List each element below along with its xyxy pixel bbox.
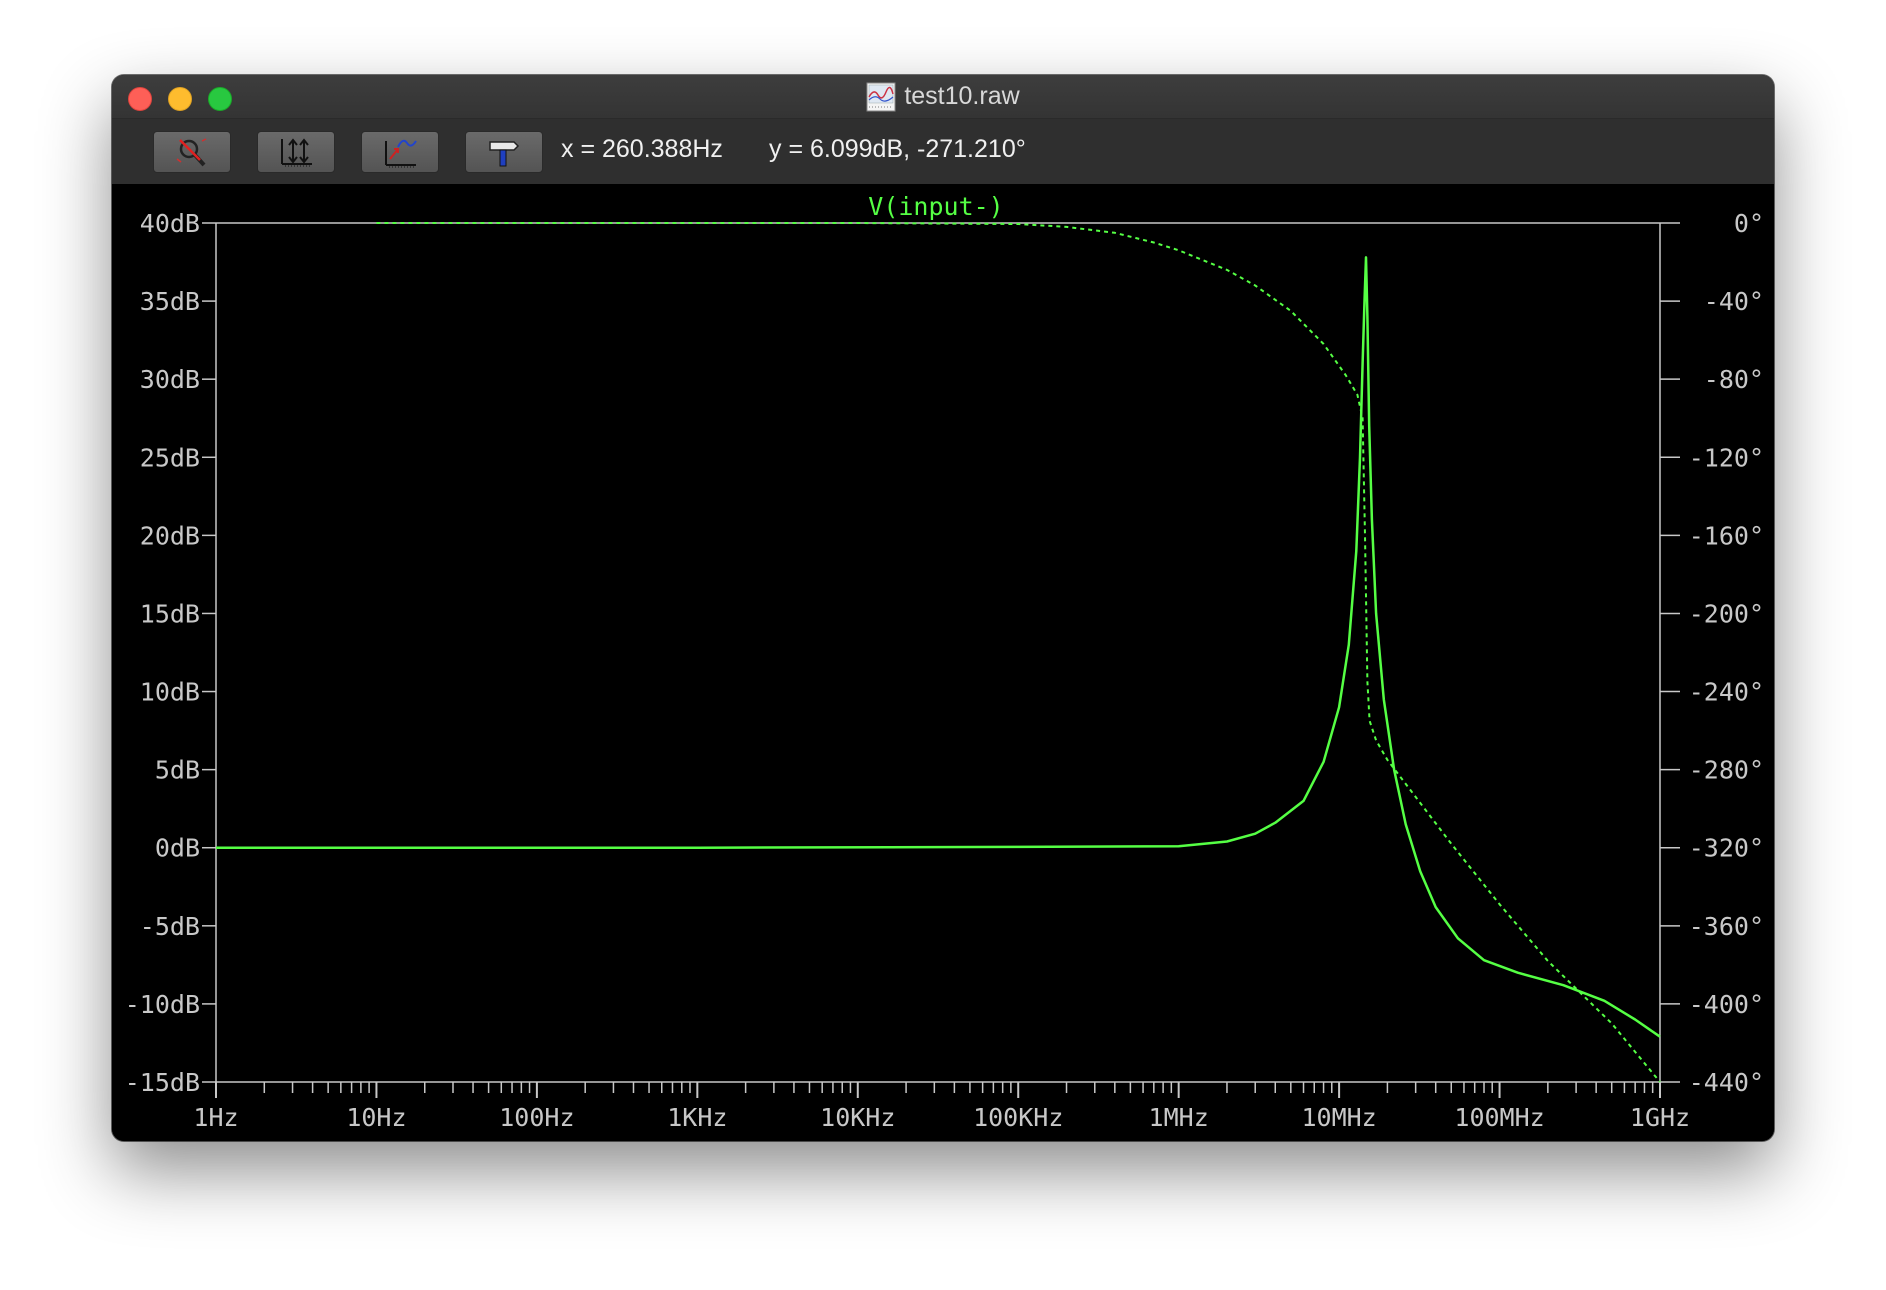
- left-axis-tick-label: 10dB: [140, 678, 200, 707]
- title-bar[interactable]: test10.raw: [112, 75, 1774, 119]
- x-axis-tick-label: 10Hz: [346, 1103, 406, 1132]
- right-axis-tick-label: -440°: [1689, 1068, 1764, 1097]
- window-title: test10.raw: [904, 82, 1020, 110]
- x-axis-tick-label: 10MHz: [1301, 1103, 1376, 1132]
- phase-curve: [376, 222, 1661, 1083]
- autorange-y-button[interactable]: [257, 131, 335, 173]
- app-window: test10.raw x = 260.388Hz y = 6.099dB, -2…: [112, 75, 1774, 1141]
- plot-pane[interactable]: V(input-) 40dB 35dB 30dB 25dB 20dB 15dB 10dB 5d…: [112, 185, 1774, 1141]
- waveform-document-icon: [866, 82, 896, 111]
- x-axis-tick-label: 100KHz: [973, 1103, 1063, 1132]
- autorange-y-icon: [281, 138, 312, 167]
- x-axis-tick-label: 1Hz: [193, 1103, 238, 1132]
- left-axis-tick-label: 30dB: [140, 365, 200, 394]
- x-axis-tick-label: 10KHz: [820, 1103, 895, 1132]
- left-axis-tick-label: -5dB: [140, 912, 200, 941]
- x-axis-tick-label: 1KHz: [667, 1103, 727, 1132]
- cursor-y-readout: y = 6.099dB, -271.210°: [769, 135, 1026, 163]
- x-axis-tick-label: 100MHz: [1454, 1103, 1544, 1132]
- cursor-x-readout: x = 260.388Hz: [561, 135, 723, 163]
- toolbar: x = 260.388Hz y = 6.099dB, -271.210°: [112, 119, 1774, 184]
- left-axis-tick-label: 35dB: [140, 287, 200, 316]
- magnitude-curve: [216, 256, 1661, 1038]
- left-axis-tick-label: 40dB: [140, 209, 200, 238]
- x-axis-tick-label: 1GHz: [1630, 1103, 1690, 1132]
- left-axis-tick-label: 15dB: [140, 599, 200, 628]
- right-axis-tick-label: -40°: [1704, 287, 1764, 316]
- right-axis-tick-label: -200°: [1689, 599, 1764, 628]
- left-axis-tick-label: -10dB: [125, 990, 200, 1019]
- autorange-x-icon: [385, 139, 417, 168]
- x-axis-tick-label: 100Hz: [499, 1103, 574, 1132]
- left-axis-tick-label: -15dB: [125, 1068, 200, 1097]
- right-axis-tick-label: -320°: [1689, 834, 1764, 863]
- magnifier-cancel-icon: [176, 138, 207, 167]
- right-axis-tick-label: 0°: [1734, 209, 1764, 238]
- right-axis-tick-label: -80°: [1704, 365, 1764, 394]
- left-axis-tick-label: 5dB: [155, 756, 200, 785]
- hammer-icon: [489, 141, 520, 167]
- chart-title[interactable]: V(input-): [868, 192, 1003, 221]
- settings-button[interactable]: [465, 131, 543, 173]
- left-axis-tick-label: 0dB: [155, 834, 200, 863]
- right-axis-tick-label: -360°: [1689, 912, 1764, 941]
- left-axis-tick-label: 25dB: [140, 443, 200, 472]
- right-axis-tick-label: -160°: [1689, 521, 1764, 550]
- right-axis-tick-label: -280°: [1689, 756, 1764, 785]
- autorange-x-button[interactable]: [361, 131, 439, 173]
- right-axis-tick-label: -240°: [1689, 678, 1764, 707]
- left-axis-tick-label: 20dB: [140, 521, 200, 550]
- zoom-cancel-button[interactable]: [153, 131, 231, 173]
- right-axis-tick-label: -400°: [1689, 990, 1764, 1019]
- x-axis-tick-label: 1MHz: [1149, 1103, 1209, 1132]
- bode-plot[interactable]: V(input-) 40dB 35dB 30dB 25dB 20dB 15dB 10dB 5d…: [112, 185, 1774, 1141]
- right-axis-tick-label: -120°: [1689, 443, 1764, 472]
